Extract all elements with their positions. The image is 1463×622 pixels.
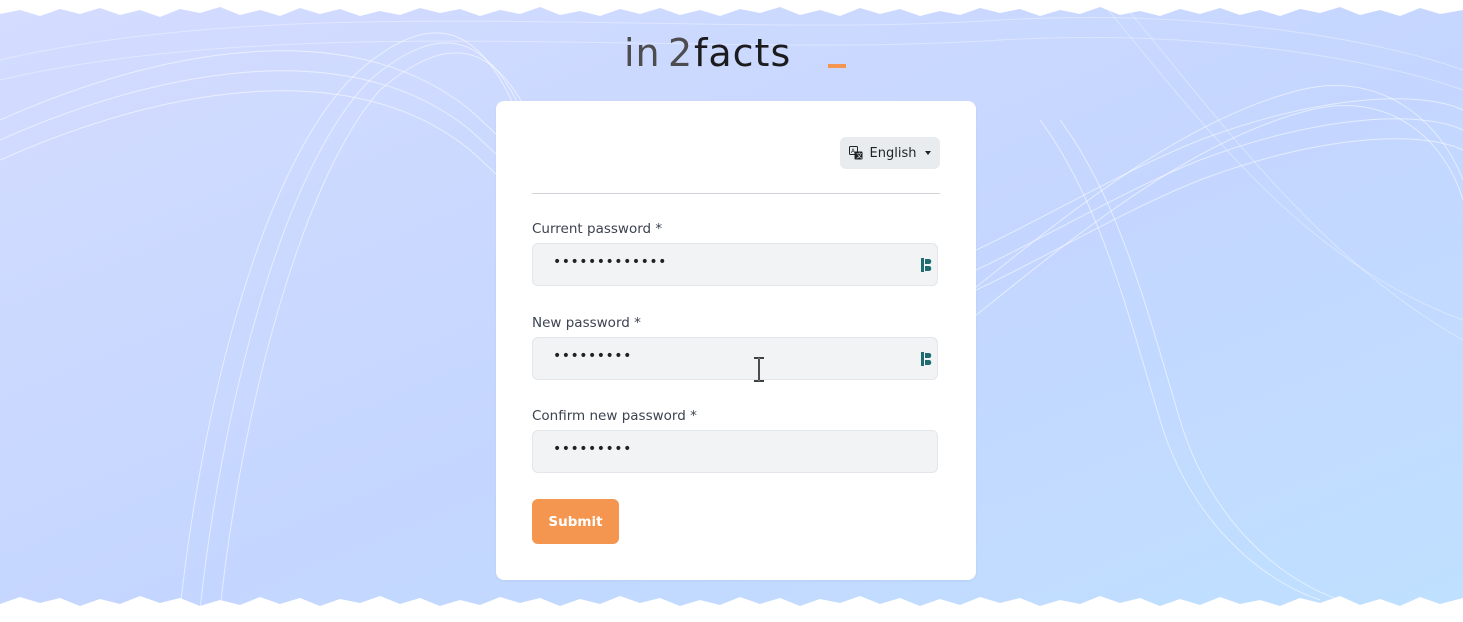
header-divider xyxy=(532,193,940,194)
submit-button[interactable]: Submit xyxy=(532,499,619,544)
text-cursor-icon xyxy=(754,357,764,382)
current-password-input[interactable]: ••••••••••••• xyxy=(532,243,938,286)
password-manager-icon[interactable] xyxy=(921,352,933,366)
translate-icon: A 文 xyxy=(848,146,863,160)
svg-text:in: in xyxy=(624,31,661,75)
caret-down-icon xyxy=(925,151,932,155)
language-selector[interactable]: A 文 English xyxy=(840,137,940,169)
confirm-password-input[interactable]: ••••••••• xyxy=(532,430,938,473)
svg-text:文: 文 xyxy=(856,152,862,160)
language-selector-label: English xyxy=(869,145,917,161)
svg-text:2: 2 xyxy=(668,31,692,75)
new-password-input[interactable]: ••••••••• xyxy=(532,337,938,380)
svg-text:facts: facts xyxy=(694,31,791,75)
confirm-password-label: Confirm new password * xyxy=(532,408,697,424)
in2facts-logo: in 2 facts xyxy=(624,31,846,75)
current-password-label: Current password * xyxy=(532,221,663,237)
change-password-card: A 文 English Current password * •••••••••… xyxy=(496,101,976,580)
new-password-value: ••••••••• xyxy=(553,348,632,364)
password-manager-icon[interactable] xyxy=(921,258,933,272)
new-password-label: New password * xyxy=(532,315,641,331)
page-canvas: in 2 facts A 文 English Current password … xyxy=(0,0,1463,622)
current-password-value: ••••••••••••• xyxy=(553,254,667,270)
confirm-password-value: ••••••••• xyxy=(553,441,632,457)
